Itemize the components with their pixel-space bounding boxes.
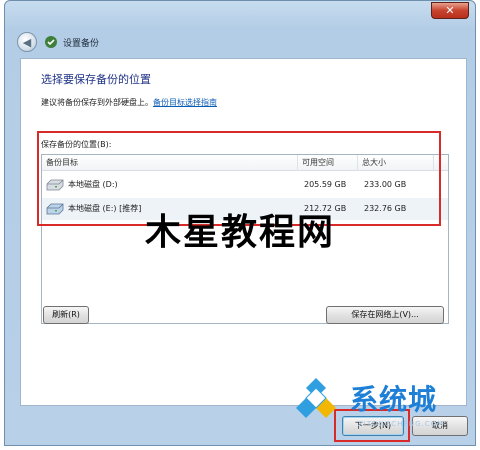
watermark-text: 木星教程网	[145, 212, 336, 253]
window-title: 设置备份	[63, 38, 100, 49]
watermark-url: XITONGCHENG.COM	[358, 420, 445, 428]
back-arrow-icon: ◀	[22, 35, 32, 49]
watermark-logo-text: 系统城	[350, 383, 438, 416]
instruction-line: 建议将备份保存到外部硬盘上。备份目标选择指南	[41, 97, 217, 108]
instruction-text: 建议将备份保存到外部硬盘上。	[41, 98, 153, 107]
watermark-logo-icon	[296, 378, 336, 418]
backup-guide-link[interactable]: 备份目标选择指南	[153, 98, 217, 107]
title-bar: ◀ 设置备份	[17, 31, 99, 53]
page-heading: 选择要保存备份的位置	[41, 73, 151, 86]
back-button[interactable]: ◀	[17, 32, 37, 52]
window-close-button[interactable]: ✕	[431, 2, 469, 19]
refresh-button[interactable]: 刷新(R)	[43, 306, 89, 324]
backup-shield-icon	[45, 36, 57, 48]
save-on-network-button[interactable]: 保存在网络上(V)...	[326, 306, 444, 324]
